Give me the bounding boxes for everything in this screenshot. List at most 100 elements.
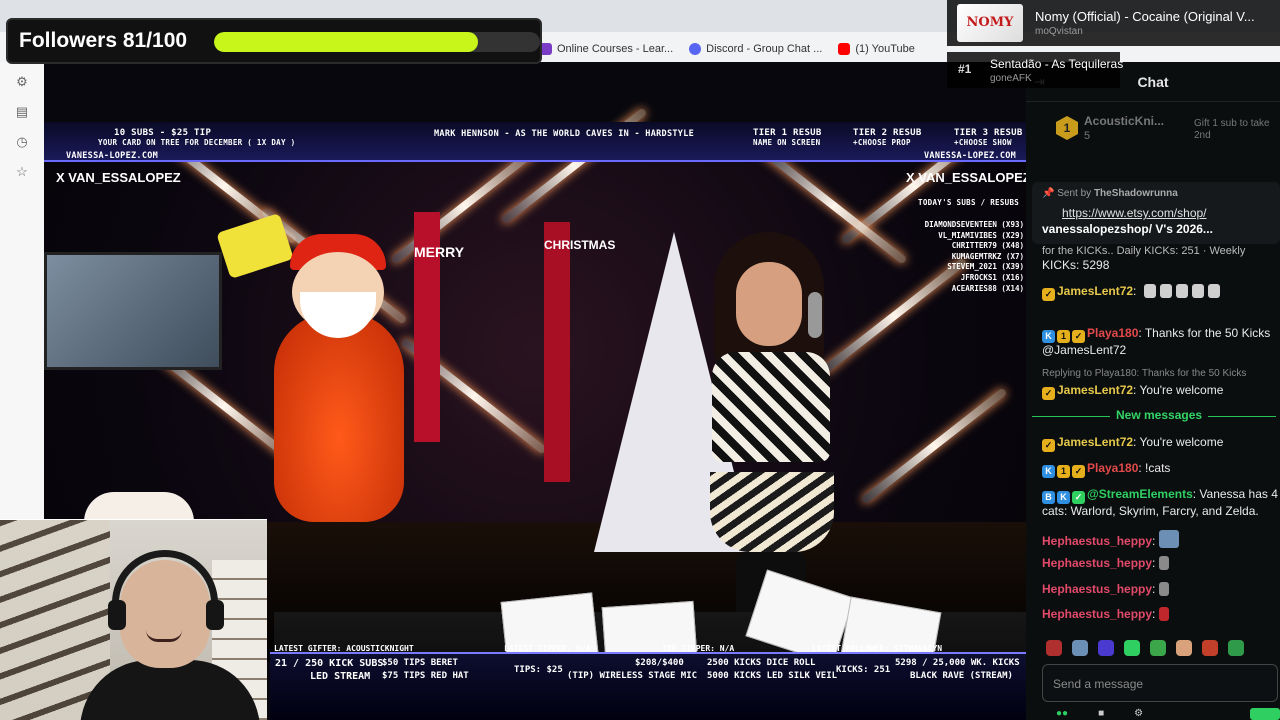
chat-message: ✓ JamesLent72: You're welcome bbox=[1042, 383, 1278, 400]
badge-icon: ✓ bbox=[1072, 465, 1085, 478]
user-icon[interactable]: ■ bbox=[1098, 708, 1104, 719]
overlay-tier3: TIER 3 RESUB bbox=[954, 128, 1023, 138]
badge-icon: ✓ bbox=[1042, 288, 1055, 301]
chat-username[interactable]: JamesLent72 bbox=[1057, 383, 1133, 397]
screen: Online Courses - Lear... Discord - Group… bbox=[0, 0, 1280, 720]
christmas-banner: CHRISTMAS bbox=[544, 222, 615, 482]
history-icon[interactable]: ◷ bbox=[14, 134, 30, 150]
top-tipper: TOP TIPPER: N/A bbox=[662, 644, 735, 653]
sub-badge-icon: 1 bbox=[1057, 330, 1070, 343]
openai-icon[interactable]: ⚙ bbox=[14, 74, 30, 90]
inflatable-santa bbox=[274, 312, 404, 522]
queue-rank: #1 bbox=[958, 62, 972, 76]
chat-username[interactable]: Hephaestus_heppy bbox=[1042, 534, 1152, 548]
pinned-link[interactable]: https://www.etsy.com/shop/ bbox=[1062, 206, 1207, 220]
badge-icon: ✓ bbox=[1042, 439, 1055, 452]
emote-icon bbox=[1159, 556, 1170, 570]
leaderboard-entry: STEVEM_2021 (X39) bbox=[947, 262, 1024, 272]
chat-username[interactable]: Hephaestus_heppy bbox=[1042, 607, 1152, 621]
chat-username[interactable]: @StreamElements bbox=[1087, 487, 1193, 501]
reading-list-icon[interactable]: ▤ bbox=[14, 104, 30, 120]
emote-icon[interactable] bbox=[1228, 640, 1244, 656]
chat-input-box[interactable] bbox=[1042, 664, 1278, 702]
settings-icon[interactable]: ⚙ bbox=[1134, 708, 1143, 719]
latest-follower: LATEST FOLLOWER: SITHAVACYN bbox=[812, 644, 943, 653]
chat-message: ✓ JamesLent72: You're welcome bbox=[1042, 435, 1278, 452]
gift-hint[interactable]: Gift 1 sub to take 2nd bbox=[1194, 118, 1280, 142]
leaderboard-entry: ACEARIES88 (X14) bbox=[951, 283, 1024, 293]
kick-badge-icon: K bbox=[1057, 491, 1070, 504]
followers-goal-bar: Followers 81/100 bbox=[6, 18, 542, 64]
bookmark-online-courses[interactable]: Online Courses - Lear... bbox=[540, 43, 673, 55]
emote-icon[interactable] bbox=[1202, 640, 1218, 656]
bookmark-youtube[interactable]: (1) YouTube bbox=[838, 43, 915, 55]
chat-username[interactable]: Hephaestus_heppy bbox=[1042, 556, 1152, 570]
sub-leaderboard: DIAMONDSEVENTEEN (X93) VL_MIAMIVIBES (X2… bbox=[914, 220, 1024, 294]
song-queue-widget: #1 Sentadão - As Tequileras goneAFK bbox=[947, 52, 1124, 88]
chat-text: : bbox=[1152, 534, 1156, 548]
star-icon[interactable]: ☆ bbox=[14, 164, 30, 180]
emote-icon[interactable] bbox=[1176, 640, 1192, 656]
kicks-total: KICKS: 251 bbox=[836, 665, 891, 675]
black-rave-reward: BLACK RAVE (STREAM) bbox=[910, 671, 1013, 681]
reply-context[interactable]: Replying to Playa180: Thanks for the 50 … bbox=[1042, 368, 1246, 379]
merry-banner: MERRY bbox=[414, 212, 464, 442]
chat-username[interactable]: JamesLent72 bbox=[1057, 284, 1133, 298]
overlay-handle-right: X VAN_ESSALOPEZ bbox=[906, 170, 1026, 185]
chat-message: K 1 ✓ Playa180: Thanks for the 50 Kicks @Ja… bbox=[1042, 326, 1278, 358]
top-gifter-count: 5 bbox=[1084, 130, 1091, 142]
emote-icon[interactable] bbox=[1098, 640, 1114, 656]
latest-gifter: LATEST GIFTER: ACOUSTICKNIGHT bbox=[274, 644, 414, 653]
emote-icon bbox=[1159, 530, 1180, 548]
boombox bbox=[216, 212, 294, 280]
kick-subs-goal: 21 / 250 KICK SUBS bbox=[275, 658, 384, 669]
kicks-5000-reward: 5000 KICKS LED SILK VEIL bbox=[707, 671, 838, 681]
top-gifter-name[interactable]: AcousticKni... bbox=[1084, 114, 1164, 128]
microphone bbox=[808, 292, 822, 338]
overlay-subs-goal-sub: YOUR CARD ON TREE FOR DECEMBER ( 1X DAY … bbox=[98, 138, 296, 147]
points-icon[interactable]: ●● bbox=[1056, 708, 1068, 719]
rank-badge: 1 bbox=[1056, 116, 1078, 140]
emote-icon[interactable] bbox=[1072, 640, 1088, 656]
latest-tipper: LATEST TIPPER: N/A bbox=[504, 644, 591, 653]
emote-icon[interactable] bbox=[1150, 640, 1166, 656]
webcam-overlay bbox=[0, 519, 267, 720]
album-art: NOMY bbox=[957, 4, 1023, 42]
emote-icon[interactable] bbox=[1046, 640, 1062, 656]
send-button[interactable] bbox=[1250, 708, 1280, 720]
weekly-kicks-goal: 5298 / 25,000 WK. KICKS bbox=[895, 658, 1020, 668]
chat-message: Hephaestus_heppy: bbox=[1042, 582, 1278, 597]
kick-badge-icon: K bbox=[1042, 465, 1055, 478]
pinned-message[interactable]: 📌 Sent by TheShadowrunna https://www.ets… bbox=[1032, 182, 1280, 244]
emote-bar bbox=[1046, 640, 1244, 656]
emote-icon bbox=[1175, 284, 1188, 298]
new-messages-divider[interactable]: New messages bbox=[1032, 408, 1276, 424]
bookmark-label: Discord - Group Chat ... bbox=[706, 43, 823, 55]
chat-message: Hephaestus_heppy: bbox=[1042, 556, 1278, 571]
chat-message: K 1 ✓ Playa180: !cats bbox=[1042, 461, 1278, 478]
leaderboard-entry: DIAMONDSEVENTEEN (X93) bbox=[924, 220, 1024, 229]
emote-icon[interactable] bbox=[1124, 640, 1140, 656]
song-requester: moQvistan bbox=[1035, 26, 1083, 37]
youtube-icon bbox=[838, 43, 851, 55]
bookmark-label: (1) YouTube bbox=[855, 43, 915, 55]
chat-username[interactable]: Playa180 bbox=[1087, 326, 1138, 340]
browser-side-rail: ⚙ ▤ ◷ ☆ bbox=[0, 62, 44, 522]
chat-message: ✓ JamesLent72: bbox=[1042, 284, 1278, 301]
queue-requester: goneAFK bbox=[990, 73, 1032, 84]
bookmark-discord[interactable]: Discord - Group Chat ... bbox=[689, 43, 822, 55]
emote-icon bbox=[1159, 582, 1170, 596]
chat-username[interactable]: Hephaestus_heppy bbox=[1042, 582, 1152, 596]
sub-badge-icon: 1 bbox=[1057, 465, 1070, 478]
chat-message-input[interactable] bbox=[1053, 675, 1253, 693]
leaderboard-entry: JFROCKS1 (X16) bbox=[960, 272, 1024, 282]
leaderboard-entry: CHRITTER79 (X48) bbox=[951, 241, 1024, 251]
chat-message-partial: for the KICKs.. Daily KICKs: 251 · Weekl… bbox=[1042, 245, 1246, 257]
chat-username[interactable]: Playa180 bbox=[1087, 461, 1138, 475]
overlay-tier2: TIER 2 RESUB bbox=[853, 128, 922, 138]
overlay-tier2-sub: +CHOOSE PROP bbox=[853, 138, 911, 147]
chat-username[interactable]: JamesLent72 bbox=[1057, 435, 1133, 449]
queue-song-title: Sentadão - As Tequileras bbox=[990, 57, 1124, 71]
wireless-mic-label: (TIP) WIRELESS STAGE MIC bbox=[567, 671, 698, 681]
leaderboard-entry: VL_MIAMIVIBES (X29) bbox=[938, 230, 1024, 240]
